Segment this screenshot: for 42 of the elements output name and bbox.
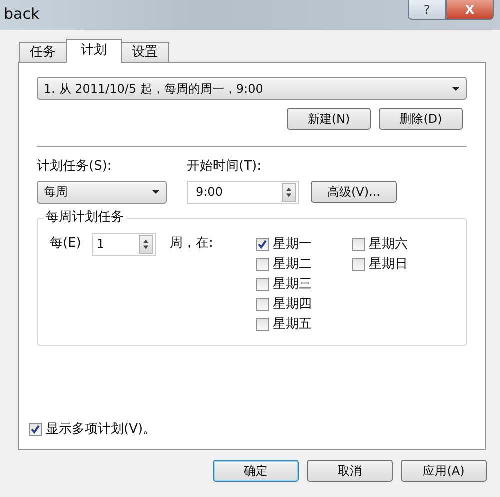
checkbox[interactable] <box>29 422 42 436</box>
checkbox-label: 星期三 <box>273 276 312 294</box>
dialog-button[interactable]: 确定 <box>213 460 299 482</box>
list-button[interactable]: 删除(D) <box>379 108 463 130</box>
checkbox[interactable] <box>256 298 269 311</box>
schedule-dropdown[interactable]: 1. 从 2011/10/5 起，每周的周一，9:00 <box>37 77 467 100</box>
checkbox[interactable] <box>256 258 269 271</box>
dropdown-value: 每周 <box>44 184 68 201</box>
checkbox-label: 星期一 <box>273 236 312 254</box>
schedule-type-dropdown[interactable]: 每周 <box>37 180 167 204</box>
tab[interactable]: 计划 <box>66 39 122 63</box>
checkbox-label: 星期二 <box>273 256 312 274</box>
list-button[interactable]: 新建(N) <box>287 108 371 130</box>
group-title: 每周计划任务 <box>44 210 126 226</box>
field-label: 开始时间(T): <box>187 158 262 176</box>
dropdown-arrow-icon <box>452 86 460 90</box>
window-title: back <box>4 4 40 25</box>
field-label: 每(E) <box>50 234 82 252</box>
checkbox-label: 星期日 <box>369 256 408 274</box>
number-field[interactable]: 1 <box>92 232 156 256</box>
tab[interactable]: 任务 <box>19 42 67 62</box>
checkbox[interactable] <box>256 318 269 331</box>
spinner-icon[interactable] <box>139 234 153 254</box>
checkbox[interactable] <box>256 238 269 251</box>
checkbox-label: 星期四 <box>273 296 312 314</box>
checkbox[interactable] <box>256 278 269 291</box>
checkbox[interactable] <box>352 238 365 251</box>
checkbox[interactable] <box>352 258 365 271</box>
time-field[interactable]: 9:00 <box>187 180 299 204</box>
dropdown-arrow-icon <box>152 190 160 194</box>
checkbox-label: 显示多项计划(V)。 <box>46 420 156 438</box>
field-label: 计划任务(S): <box>37 158 113 176</box>
tab[interactable]: 设置 <box>121 42 169 62</box>
help-button[interactable]: ? <box>408 0 446 20</box>
dropdown-value: 1. 从 2011/10/5 起，每周的周一，9:00 <box>44 80 264 98</box>
checkbox-label: 星期五 <box>273 316 312 334</box>
field-label: 周，在: <box>170 234 214 252</box>
spinner-icon[interactable] <box>282 182 296 202</box>
checkbox-label: 星期六 <box>369 236 408 254</box>
dialog-button[interactable]: 取消 <box>307 460 393 482</box>
advanced-button[interactable]: 高级(V)... <box>311 180 397 202</box>
dialog-button[interactable]: 应用(A) <box>401 460 487 482</box>
